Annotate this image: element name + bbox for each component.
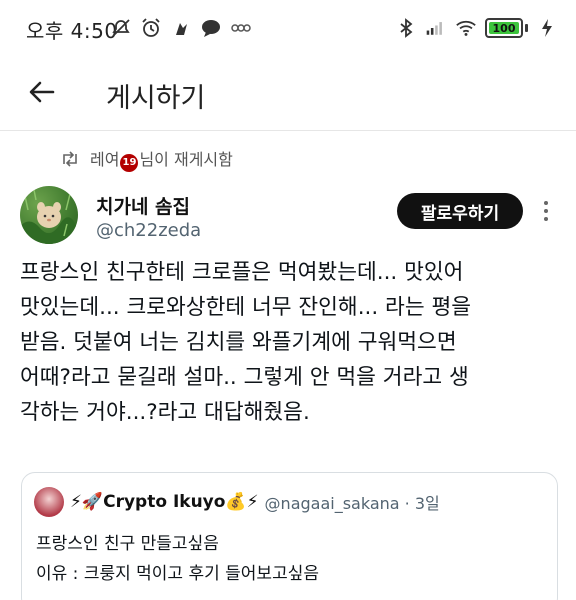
status-right-icons: 100	[395, 17, 558, 39]
bluetooth-icon	[395, 17, 417, 39]
back-button[interactable]	[22, 72, 62, 112]
battery-icon: 100	[485, 18, 523, 38]
post-body-line: 맛있는데... 크로와상한테 너무 잔인해... 라는 평을	[20, 295, 471, 320]
post-body: 프랑스인 친구한테 크로플은 먹여봤는데... 맛있어 맛있는데... 크로와상…	[20, 255, 565, 430]
battery-label: 100	[492, 21, 516, 35]
battery-tip	[525, 24, 528, 32]
quoted-post-header: ⚡🚀Crypto Ikuyo💰⚡ @nagaai_sakana · 3일	[34, 487, 440, 517]
repost-icon	[63, 151, 77, 167]
quoted-post-line: 이유 : 크룽지 먹이고 후기 들어보고싶음	[36, 564, 319, 584]
top-app-bar: 게시하기	[0, 58, 576, 130]
repost-user: 레여	[90, 150, 120, 169]
post-body-line: 어때?라고 묻길래 설마.. 그렇게 안 먹을 거라고 생	[20, 365, 469, 390]
post-body-line: 받음. 덧붙여 너는 김치를 와플기계에 구워먹으면	[20, 330, 457, 355]
more-options-icon[interactable]	[538, 198, 554, 224]
author-username[interactable]: @ch22zeda	[96, 220, 201, 241]
status-time: 오후 4:50	[26, 19, 118, 43]
age-badge-icon: 19	[120, 153, 139, 172]
author-avatar[interactable]	[20, 186, 78, 244]
repost-suffix: 님이 재게시함	[139, 150, 233, 169]
quoted-author-handle-time: @nagaai_sakana · 3일	[264, 494, 440, 513]
page-title: 게시하기	[106, 83, 206, 114]
quoted-post-line: 프랑스인 친구 만들고싶음	[36, 534, 219, 554]
charging-icon	[536, 17, 558, 39]
misc-notification-icon	[230, 17, 252, 39]
avatar-plush-image	[20, 189, 78, 244]
header-divider	[0, 130, 576, 131]
post-body-line: 각하는 거야...?라고 대답해줬음.	[20, 400, 310, 425]
chat-bubble-icon	[200, 17, 222, 39]
mute-icon	[110, 17, 132, 39]
quoted-author-avatar	[34, 487, 64, 517]
cellular-signal-icon	[425, 17, 447, 39]
wifi-icon	[455, 17, 477, 39]
status-bar: 오후 4:50 100	[0, 0, 576, 58]
alarm-icon	[140, 17, 162, 39]
repost-context[interactable]: 레여 19 님이 재게시함	[60, 146, 233, 172]
arrow-left-icon	[29, 81, 55, 103]
post-body-line: 프랑스인 친구한테 크로플은 먹여봤는데... 맛있어	[20, 260, 464, 285]
quoted-post-card[interactable]: ⚡🚀Crypto Ikuyo💰⚡ @nagaai_sakana · 3일 프랑스…	[21, 472, 558, 600]
follow-button[interactable]: 팔로우하기	[397, 193, 523, 229]
app-notification-icon	[170, 17, 192, 39]
author-display-name[interactable]: 치가네 솜집	[96, 192, 190, 219]
status-left-icons	[110, 17, 252, 39]
quoted-author-name: ⚡🚀Crypto Ikuyo💰⚡	[70, 492, 259, 512]
